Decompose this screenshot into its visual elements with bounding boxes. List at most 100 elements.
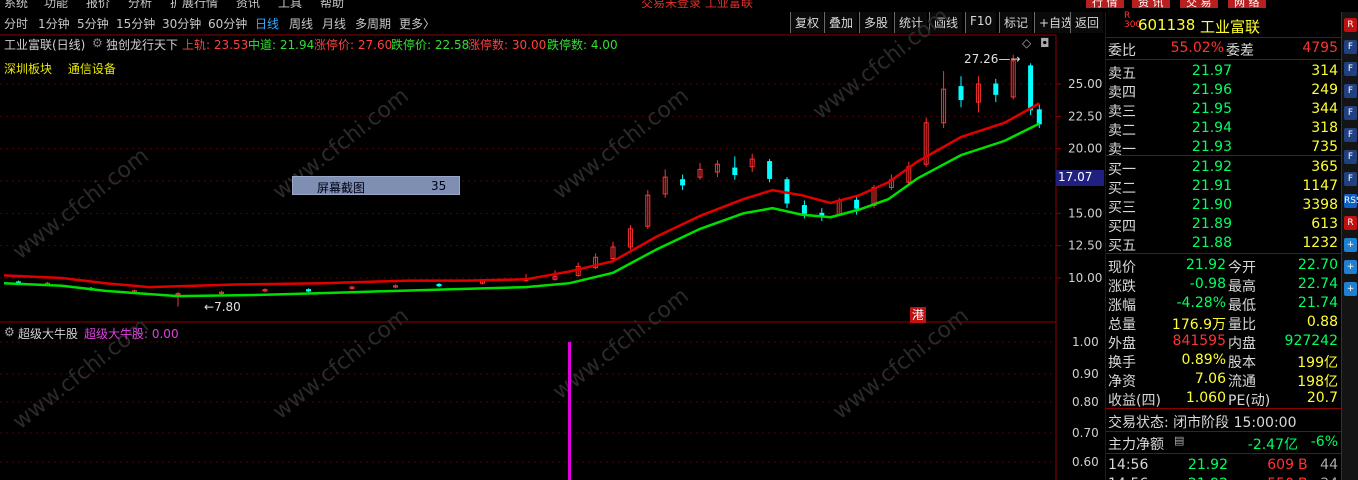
limit-up-price-label: 涨停价: 27.60 [314,38,393,52]
side-tool-icon[interactable]: F [1344,40,1357,54]
side-tool-icon[interactable]: + [1344,260,1357,274]
order-level-label: 卖三 [1108,104,1136,120]
sector-tag-industry[interactable]: 通信设备 [68,62,116,76]
main-flow-value: -2.47亿 [1247,437,1298,453]
max-price-label: 27.26—→ [964,52,1021,66]
hk-connect-badge[interactable]: 港 [910,307,926,323]
indicator-axis-label: 0.70 [1072,426,1099,440]
sell-order-row: 卖三 21.95 344 [1106,100,1342,120]
order-price: 21.89 [1191,216,1232,232]
stat-label: 流通 [1228,374,1256,390]
order-level-label: 买二 [1108,181,1136,197]
sell-order-row: 卖四 21.96 249 [1106,81,1342,101]
order-level-label: 卖五 [1108,66,1136,82]
tab-news-button[interactable]: 资 讯 [1132,0,1170,8]
stat-value: 199亿 [1297,355,1338,371]
price-axis-label: 15.00 [1068,206,1102,220]
indicator-axis-label: 0.90 [1072,367,1099,381]
diamond-icon[interactable]: ◇ [1022,36,1031,50]
screenshot-label-name: 屏幕截图 [317,181,366,195]
indicator-header: ⚙ 超级大牛股 超级大牛股: 0.00 [0,324,1056,342]
upper-band-label: 上轨: 23.53 [182,38,249,52]
order-price: 21.88 [1191,235,1232,251]
stat-row: 收益(四) 1.060 PE(动) 20.7 [1106,389,1342,409]
limit-down-price-label: 跌停价: 22.58 [391,38,470,52]
candle-body [732,167,738,176]
tab-network-button[interactable]: 网 络 [1228,0,1266,8]
stat-row: 净资 7.06 流通 198亿 [1106,370,1342,390]
buy-order-row: 买三 21.90 3398 [1106,196,1342,216]
price-axis-label: 22.50 [1068,109,1102,123]
side-tool-icon[interactable]: + [1344,282,1357,296]
side-tool-strip: RFFFFFFFRSSR+++ [1341,12,1358,480]
tab-trade-button[interactable]: 交 易 [1180,0,1218,8]
tick-time: 14:56 [1108,457,1149,473]
indicator-value: 超级大牛股: 0.00 [84,327,179,341]
order-price: 21.97 [1191,63,1232,79]
stat-label: 内盘 [1228,336,1256,352]
tick-count: 34 [1314,476,1338,480]
sector-tag-board[interactable]: 深圳板块 [4,62,52,76]
tick-volume: 550 [1236,476,1294,480]
quote-title-row: R 300 601138 工业富联 [1106,12,1342,37]
stat-row: 外盘 841595 内盘 927242 [1106,332,1342,352]
order-level-label: 买一 [1108,162,1136,178]
tick-price: 21.92 [1187,457,1228,473]
side-tool-icon[interactable]: F [1344,128,1357,142]
tick-price: 21.92 [1176,476,1228,480]
side-tool-icon[interactable]: + [1344,238,1357,252]
stat-label: 外盘 [1108,336,1136,352]
order-level-label: 买四 [1108,219,1136,235]
indicator-name[interactable]: 独创龙行天下 [106,36,178,53]
settings-icon[interactable]: ⚙ [92,36,103,50]
candle-body [306,289,311,292]
order-price: 21.93 [1191,139,1232,155]
window-toggle-icon[interactable]: ◘ [1040,36,1050,50]
weibi-label: 委比 [1108,43,1136,59]
side-tool-icon[interactable]: F [1344,172,1357,186]
limit-down-count-label: 跌停数: 4.00 [547,38,618,52]
order-volume: 249 [1311,82,1338,98]
stat-label: 量比 [1228,317,1256,333]
limit-up-count-label: 涨停数: 30.00 [468,38,547,52]
side-tool-icon[interactable]: F [1344,150,1357,164]
side-tool-icon[interactable]: R [1344,18,1357,32]
trade-status: 交易状态: 闭市阶段 15:00:00 [1108,415,1297,431]
indicator-title[interactable]: 超级大牛股 [18,325,78,342]
mid-band-line [3,122,1040,298]
side-tool-icon[interactable]: R [1344,216,1357,230]
indicator-axis-label: 0.60 [1072,455,1099,469]
candle-body [436,283,442,287]
stat-value: 7.06 [1194,371,1226,387]
weicha-value: 4795 [1302,40,1338,56]
tick-row: 14:56 21.92 609 B 44 [1106,456,1342,475]
side-tool-icon[interactable]: F [1344,106,1357,120]
tick-volume: 609 [1267,457,1294,473]
stat-row: 总量 176.9万 量比 0.88 [1106,313,1342,333]
order-price: 21.91 [1191,178,1232,194]
side-tool-icon[interactable]: RSS [1344,194,1358,208]
sell-order-row: 卖二 21.94 318 [1106,119,1342,139]
indicator-settings-icon[interactable]: ⚙ [4,325,15,339]
chart-info-line: 工业富联(日线) ⚙ 独创龙行天下 上轨: 23.53 中道: 21.94 涨停… [0,34,1056,52]
screenshot-label-box: 屏幕截图 35 [292,176,460,195]
weibi-value: 55.02% [1170,40,1224,56]
watermark-text: www.cfchi.com [8,143,153,264]
stat-label: 今开 [1228,260,1256,276]
stat-value: 22.74 [1297,276,1338,292]
side-tool-icon[interactable]: F [1344,62,1357,76]
stat-value: 0.89% [1181,352,1226,368]
main-flow-row[interactable]: 主力净额 ▤ -2.47亿 -6% [1106,433,1342,453]
stat-label: 收益(四) [1108,393,1161,409]
order-volume: 1232 [1302,235,1338,251]
tick-side: B [1298,476,1308,480]
list-icon[interactable]: ▤ [1174,434,1184,447]
stat-row: 涨跌 -0.98 最高 22.74 [1106,275,1342,295]
tick-count: 44 [1320,457,1338,473]
watermark-text: www.cfchi.com [808,3,953,124]
candle-body [801,205,807,214]
kline-chart[interactable]: www.cfchi.com www.cfchi.com www.cfchi.comw… [0,0,1104,480]
order-level-label: 卖二 [1108,123,1136,139]
side-tool-icon[interactable]: F [1344,84,1357,98]
order-volume: 1147 [1302,178,1338,194]
